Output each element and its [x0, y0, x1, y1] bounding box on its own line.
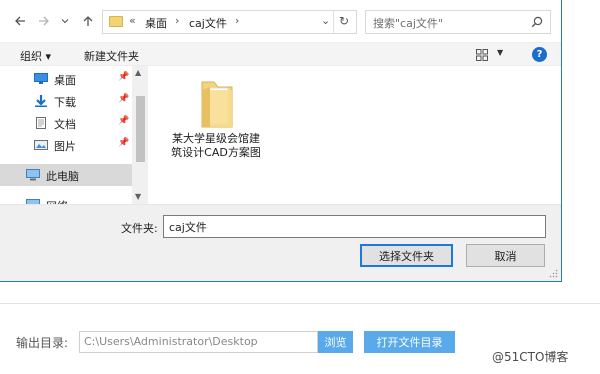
chevron-down-icon[interactable] [60, 12, 70, 30]
refresh-icon[interactable]: ↻ [339, 14, 349, 28]
scroll-up-icon[interactable]: ▲ [135, 68, 141, 77]
folder-name-label: 文件夹: [121, 222, 158, 235]
breadcrumb-desktop[interactable]: 桌面 [145, 15, 167, 31]
folder-icon [109, 16, 123, 27]
folder-item[interactable]: 某大学星级会馆建筑设计CAD方案图 [168, 76, 264, 194]
arrow-up-icon[interactable] [80, 12, 96, 30]
pin-icon[interactable]: 📌 [118, 116, 129, 126]
nav-item-desktop[interactable]: 桌面 📌 [0, 68, 132, 90]
address-row: « 桌面 › caj文件 › ⌄ ↻ 搜索"caj文件" [0, 0, 561, 42]
command-bar: 组织 ▾ 新建文件夹 ▼ ? [0, 42, 561, 66]
nav-item-downloads[interactable]: 下载 📌 [0, 90, 132, 112]
select-folder-button[interactable]: 选择文件夹 [360, 244, 453, 267]
nav-item-label: 文档 [54, 118, 76, 131]
organize-menu[interactable]: 组织 ▾ [20, 48, 51, 64]
overflow-chevron[interactable]: « [129, 14, 136, 27]
nav-item-this-pc[interactable]: 此电脑 [0, 164, 132, 186]
breadcrumb-caj[interactable]: caj文件 [189, 15, 227, 31]
pictures-icon [34, 140, 48, 150]
document-icon [36, 117, 46, 129]
browse-button[interactable]: 浏览 [318, 331, 353, 353]
chevron-right-icon[interactable]: › [235, 14, 239, 27]
divider [0, 303, 600, 304]
nav-item-pictures[interactable]: 图片 📌 [0, 134, 132, 156]
scroll-down-icon[interactable]: ▼ [135, 192, 141, 201]
nav-item-label: 下载 [54, 96, 76, 109]
nav-item-label: 此电脑 [46, 170, 79, 183]
pin-icon[interactable]: 📌 [118, 72, 129, 82]
output-dir-label: 输出目录: [16, 336, 69, 350]
resize-grip-icon[interactable] [549, 269, 558, 278]
output-path-input[interactable]: C:\Users\Administrator\Desktop [79, 331, 318, 353]
search-box[interactable]: 搜索"caj文件" [365, 10, 551, 34]
chevron-right-icon[interactable]: › [175, 14, 179, 27]
nav-item-label: 图片 [54, 140, 76, 153]
nav-item-label: 桌面 [54, 74, 76, 87]
nav-scrollbar[interactable]: ▲ ▼ [132, 66, 148, 204]
computer-icon [26, 169, 40, 181]
desktop-icon [34, 73, 48, 84]
folder-name-input[interactable]: caj文件 [163, 215, 546, 238]
view-dropdown-icon[interactable]: ▼ [497, 48, 503, 57]
file-dialog: « 桌面 › caj文件 › ⌄ ↻ 搜索"caj文件" 组织 ▾ 新建文件夹 … [0, 0, 562, 282]
watermark: @51CTO博客 [492, 350, 569, 364]
help-icon[interactable]: ? [532, 47, 547, 62]
divider [333, 11, 334, 33]
navigation-pane: 桌面 📌 下载 📌 文档 📌 图片 📌 此电脑 网络 ▲ [0, 66, 148, 204]
folder-name: 某大学星级会馆建筑设计CAD方案图 [171, 132, 261, 159]
search-input[interactable]: 搜索"caj文件" [373, 15, 443, 31]
arrow-left-icon[interactable] [12, 12, 28, 30]
arrow-right-icon[interactable] [36, 12, 52, 30]
file-list-pane: 某大学星级会馆建筑设计CAD方案图 [148, 66, 561, 204]
address-bar[interactable]: « 桌面 › caj文件 › ⌄ ↻ [102, 10, 357, 34]
open-folder-button[interactable]: 打开文件目录 [364, 331, 455, 353]
search-icon[interactable] [531, 16, 543, 28]
pin-icon[interactable]: 📌 [118, 94, 129, 104]
chevron-down-icon[interactable]: ⌄ [321, 14, 330, 27]
download-icon [35, 95, 47, 107]
dialog-footer: 文件夹: caj文件 选择文件夹 取消 [0, 204, 561, 281]
cancel-button[interactable]: 取消 [466, 244, 545, 267]
new-folder-button[interactable]: 新建文件夹 [84, 48, 139, 64]
nav-item-documents[interactable]: 文档 📌 [0, 112, 132, 134]
scrollbar-thumb[interactable] [136, 96, 145, 162]
nav-item-network[interactable]: 网络 [0, 194, 132, 204]
pin-icon[interactable]: 📌 [118, 138, 129, 148]
view-options-icon[interactable] [476, 49, 488, 61]
folder-icon [201, 81, 233, 128]
